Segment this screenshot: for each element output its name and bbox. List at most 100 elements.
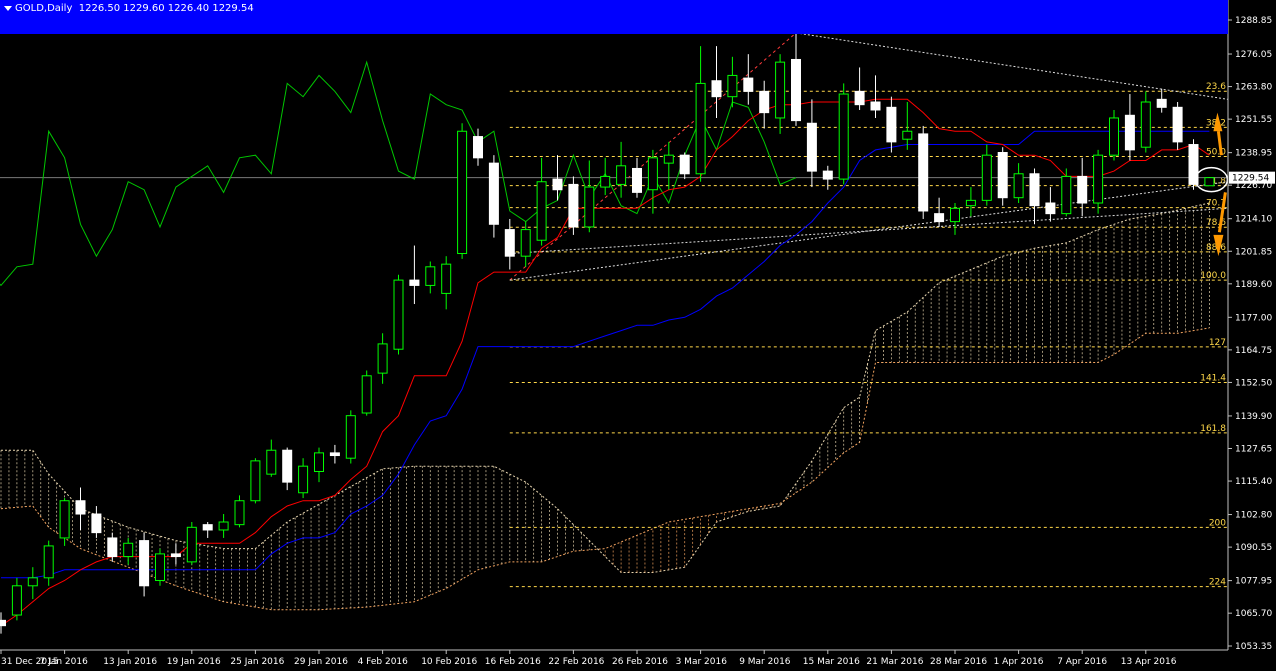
candle-body: [27, 577, 38, 587]
chart-title: GOLD,Daily 1226.50 1229.60 1226.40 1229.…: [15, 3, 254, 14]
fib-level-label: 100.0: [1200, 271, 1226, 281]
fib-level-label: 23.6: [1206, 82, 1226, 92]
x-tick-label: 25 Jan 2016: [230, 657, 284, 667]
y-tick-label: 1164.75: [1235, 346, 1272, 356]
x-tick-label: 22 Feb 2016: [548, 657, 604, 667]
candle-body: [965, 199, 976, 207]
candle-body: [1124, 114, 1135, 151]
candle-body: [552, 178, 563, 191]
y-tick-label: 1053.35: [1235, 642, 1272, 652]
candle-body: [0, 619, 6, 627]
candle: [250, 458, 261, 504]
candle-body: [441, 263, 452, 294]
candle-body: [679, 154, 690, 175]
candle-body: [361, 375, 372, 414]
candle-body: [1172, 106, 1183, 143]
candle-body: [298, 465, 309, 494]
candle-body: [632, 167, 642, 193]
dropdown-arrow-icon[interactable]: [4, 6, 12, 11]
x-tick-label: 9 Mar 2016: [739, 657, 791, 667]
x-tick-label: 3 Mar 2016: [676, 657, 728, 667]
candle: [1204, 177, 1215, 187]
candle-body: [711, 80, 722, 98]
candle-body: [886, 106, 897, 143]
candle-body: [250, 460, 261, 502]
candle-body: [1188, 144, 1199, 185]
y-tick-label: 1077.95: [1235, 577, 1272, 587]
y-tick-label: 1238.95: [1235, 149, 1272, 159]
fib-level-label: 50.0: [1206, 147, 1226, 157]
y-tick-label: 1090.55: [1235, 543, 1272, 553]
x-tick-label: 29 Jan 2016: [294, 657, 348, 667]
candle-body: [329, 452, 340, 457]
candle-body: [695, 82, 706, 175]
candle: [345, 410, 356, 464]
y-tick-label: 1276.05: [1235, 50, 1272, 60]
candle: [838, 83, 849, 185]
fib-level-label: 141.4: [1200, 373, 1226, 383]
candle: [1109, 109, 1119, 161]
candle-body: [743, 77, 754, 92]
candle-body: [838, 93, 849, 180]
x-tick-label: 4 Feb 2016: [358, 657, 409, 667]
x-tick-label: 1 Apr 2016: [994, 657, 1044, 667]
y-tick-label: 1214.10: [1235, 215, 1272, 225]
x-tick-label: 15 Mar 2016: [803, 657, 860, 667]
fib-level-label: 200: [1209, 518, 1226, 528]
x-tick-label: 28 Mar 2016: [930, 657, 987, 667]
chart-background: [0, 0, 1276, 671]
candle-body: [91, 513, 102, 534]
candle-body: [902, 130, 913, 140]
candle-body: [425, 266, 436, 286]
candle-body: [202, 524, 213, 531]
candle-body: [950, 207, 960, 223]
candle-body: [345, 415, 356, 459]
chart-title-bar: GOLD,Daily 1226.50 1229.60 1226.40 1229.…: [0, 0, 1228, 34]
y-tick-label: 1189.60: [1235, 280, 1272, 290]
fib-level-label: 78.6: [1206, 218, 1226, 228]
candle: [1188, 139, 1199, 190]
candle-body: [1156, 98, 1167, 108]
candle-body: [791, 58, 801, 122]
y-tick-label: 1139.90: [1235, 412, 1272, 422]
candle: [186, 521, 197, 565]
candle-body: [107, 537, 118, 558]
current-price-label: 1229.54: [1232, 174, 1269, 184]
candle-body: [139, 540, 150, 587]
candle-body: [536, 181, 547, 241]
x-tick-label: 7 Jan 2016: [40, 657, 88, 667]
candle-body: [981, 154, 992, 201]
candle: [155, 548, 165, 586]
x-tick-label: 16 Feb 2016: [485, 657, 541, 667]
candle-body: [409, 279, 420, 286]
y-tick-label: 1127.65: [1235, 444, 1272, 454]
candle-body: [727, 74, 738, 98]
price-chart[interactable]: 0.023.638.250.061.870.778.688.6100.01271…: [0, 0, 1276, 671]
x-tick-label: 21 Mar 2016: [866, 657, 923, 667]
candle-body: [457, 130, 468, 255]
candle-body: [806, 122, 817, 172]
x-tick-label: 10 Feb 2016: [421, 657, 477, 667]
candle-body: [1093, 154, 1104, 204]
candle-body: [186, 526, 197, 563]
candle-body: [504, 229, 515, 257]
ohlc-readout: 1226.50 1229.60 1226.40 1229.54: [78, 3, 254, 14]
candle-body: [393, 279, 404, 350]
y-tick-label: 1201.85: [1235, 247, 1272, 257]
y-tick-label: 1251.55: [1235, 115, 1272, 125]
candle-body: [520, 229, 531, 257]
y-tick-label: 1115.40: [1235, 477, 1272, 487]
candle-body: [11, 585, 22, 616]
candle-body: [1061, 175, 1072, 215]
candle-body: [870, 101, 881, 111]
candle-body: [1204, 177, 1215, 187]
candle-body: [1077, 175, 1088, 204]
candle-body: [822, 170, 833, 180]
x-tick-label: 26 Feb 2016: [612, 657, 668, 667]
fib-level-label: 224: [1209, 578, 1226, 588]
candle-body: [584, 186, 595, 228]
candle-body: [282, 449, 293, 483]
candle-body: [616, 165, 627, 185]
candle-body: [155, 553, 165, 581]
x-tick-label: 13 Apr 2016: [1121, 657, 1177, 667]
